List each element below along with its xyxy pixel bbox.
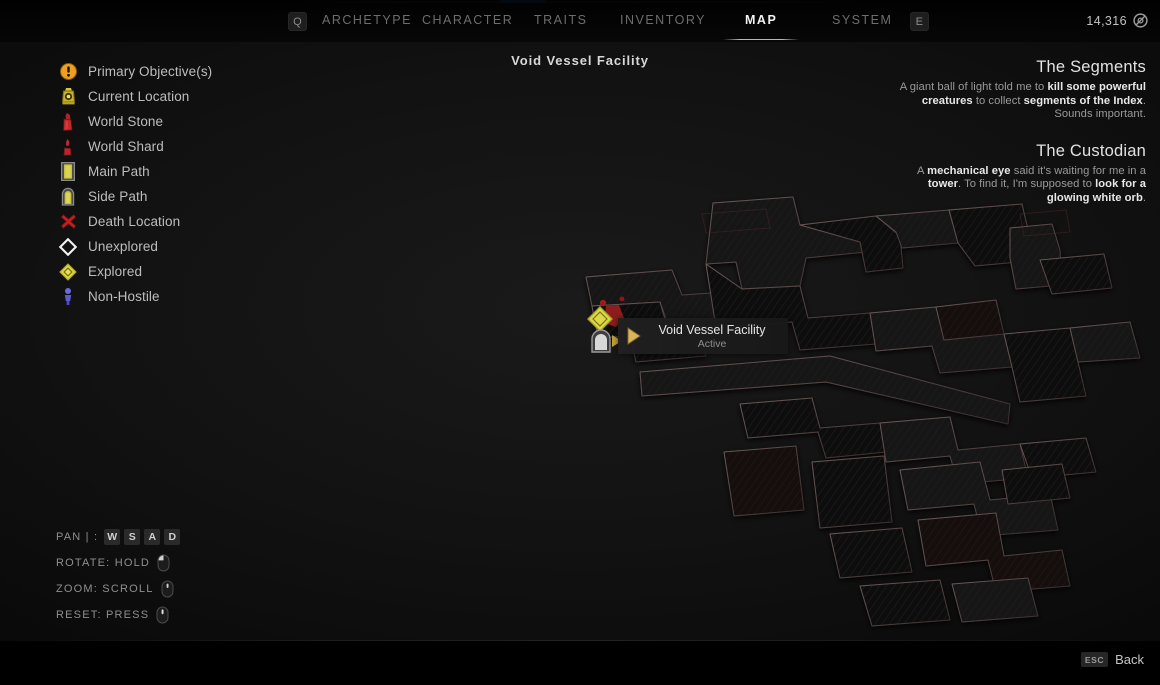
- quest-entry: The Custodian A mechanical eye said it's…: [894, 142, 1146, 206]
- non-hostile-icon: [56, 286, 80, 308]
- legend-item-explored: Explored: [56, 259, 296, 284]
- key-s[interactable]: S: [124, 529, 141, 545]
- key-w[interactable]: W: [104, 529, 121, 545]
- control-label: ROTATE: HOLD: [56, 557, 151, 569]
- legend-label: World Stone: [88, 114, 164, 129]
- legend-item-world-shard: World Shard: [56, 134, 296, 159]
- back-label: Back: [1115, 652, 1144, 667]
- legend-label: Non-Hostile: [88, 289, 160, 304]
- key-a[interactable]: A: [144, 529, 161, 545]
- next-tab-key[interactable]: E: [910, 12, 929, 31]
- primary-objective-icon: [56, 61, 80, 83]
- control-pan: PAN | : W S A D: [56, 524, 181, 550]
- tab-system[interactable]: SYSTEM: [832, 13, 892, 27]
- world-shard-icon: [56, 136, 80, 158]
- currency-amount: 14,316: [1086, 13, 1127, 28]
- legend-item-world-stone: World Stone: [56, 109, 296, 134]
- map-controls-hint: PAN | : W S A D ROTATE: HOLD ZOOM: SCROL…: [56, 524, 181, 628]
- back-button[interactable]: ESC Back: [1080, 652, 1144, 667]
- quest-entry: The Segments A giant ball of light told …: [894, 58, 1146, 122]
- bottom-bar: ESC Back: [0, 641, 1160, 685]
- legend-item-non-hostile: Non-Hostile: [56, 284, 296, 309]
- prev-tab-key[interactable]: Q: [288, 12, 307, 31]
- quest-title: The Segments: [1036, 58, 1146, 76]
- legend-label: Primary Objective(s): [88, 64, 213, 79]
- tab-character[interactable]: CHARACTER: [422, 13, 513, 27]
- control-label: RESET: PRESS: [56, 609, 150, 621]
- legend-label: Unexplored: [88, 239, 159, 254]
- mouse-left-button-icon: [157, 554, 170, 572]
- tab-traits[interactable]: TRAITS: [534, 13, 587, 27]
- legend-item-side-path: Side Path: [56, 184, 296, 209]
- quest-description: A mechanical eye said it's waiting for m…: [917, 164, 1146, 204]
- map-screen: Q E ARCHETYPE CHARACTER TRAITS INVENTORY…: [0, 0, 1160, 685]
- control-label: PAN | :: [56, 531, 99, 543]
- legend-label: Explored: [88, 264, 143, 279]
- legend-label: Side Path: [88, 189, 148, 204]
- legend-label: World Shard: [88, 139, 164, 154]
- quest-description: A giant ball of light told me to kill so…: [899, 81, 1146, 121]
- tab-inventory[interactable]: INVENTORY: [620, 13, 706, 27]
- legend-item-unexplored: Unexplored: [56, 234, 296, 259]
- control-reset: RESET: PRESS: [56, 602, 180, 628]
- death-location-icon: [56, 211, 80, 233]
- mouse-middle-button-icon: [156, 606, 169, 624]
- scrap-coin-icon: [1133, 13, 1148, 28]
- control-rotate: ROTATE: HOLD: [56, 550, 180, 576]
- control-zoom: ZOOM: SCROLL: [56, 576, 180, 602]
- unexplored-icon: [56, 236, 80, 258]
- legend-label: Main Path: [88, 164, 150, 179]
- legend-item-death-location: Death Location: [56, 209, 296, 234]
- legend-item-main-path: Main Path: [56, 159, 296, 184]
- legend-item-current-location: Current Location: [56, 84, 296, 109]
- mouse-wheel-icon: [161, 580, 174, 598]
- current-location-icon: [56, 86, 80, 108]
- control-keys: W S A D: [104, 529, 181, 545]
- currency-display: 14,316: [1086, 13, 1148, 28]
- quest-title: The Custodian: [1036, 141, 1146, 160]
- key-d[interactable]: D: [164, 529, 181, 545]
- legend-label: Death Location: [88, 214, 181, 229]
- explored-icon: [56, 261, 80, 283]
- tab-map[interactable]: MAP: [722, 13, 800, 40]
- top-navigation-bar: Q E ARCHETYPE CHARACTER TRAITS INVENTORY…: [0, 0, 1160, 42]
- tab-archetype[interactable]: ARCHETYPE: [322, 13, 412, 27]
- world-stone-icon: [56, 111, 80, 133]
- control-label: ZOOM: SCROLL: [56, 583, 154, 595]
- map-legend: Primary Objective(s) Current Location Wo…: [56, 59, 296, 309]
- main-path-icon: [56, 161, 80, 183]
- legend-item-primary-objective: Primary Objective(s): [56, 59, 296, 84]
- esc-key-badge: ESC: [1080, 652, 1109, 667]
- quest-log: The Segments A giant ball of light told …: [894, 58, 1146, 206]
- legend-label: Current Location: [88, 89, 190, 104]
- side-path-icon: [56, 186, 80, 208]
